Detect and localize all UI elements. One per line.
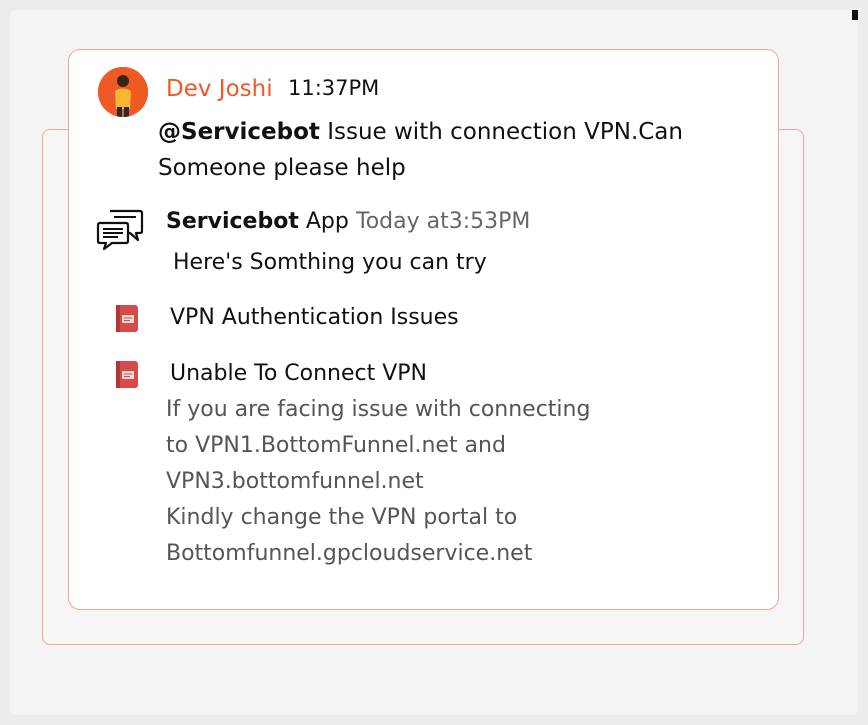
- message-text-line-1: @Servicebot Issue with connection VPN.Ca…: [158, 119, 683, 145]
- article-link-vpn-authentication[interactable]: VPN Authentication Issues: [170, 305, 459, 330]
- corner-mark: [852, 10, 858, 20]
- bot-name-bold: Servicebot: [166, 209, 299, 234]
- chat-bubbles-icon: [96, 207, 144, 253]
- bot-name[interactable]: Servicebot App: [166, 209, 349, 234]
- book-icon: [114, 304, 140, 334]
- book-icon: [114, 360, 140, 390]
- message-author[interactable]: Dev Joshi: [166, 76, 273, 102]
- message-time: 11:37PM: [288, 76, 380, 100]
- article-description-line: Bottomfunnel.gpcloudservice.net: [166, 541, 533, 566]
- message-text: Issue with connection VPN.Can: [319, 119, 683, 145]
- avatar[interactable]: [98, 67, 148, 117]
- article-link-unable-to-connect[interactable]: Unable To Connect VPN: [170, 361, 427, 386]
- bot-name-suffix: App: [298, 209, 349, 234]
- reply-time: Today at3:53PM: [356, 209, 531, 234]
- article-description-line: If you are facing issue with connecting: [166, 397, 591, 422]
- article-description-line: to VPN1.BottomFunnel.net and: [166, 433, 506, 458]
- mention[interactable]: @Servicebot: [158, 119, 320, 145]
- article-description-line: Kindly change the VPN portal to: [166, 505, 518, 530]
- article-description-line: VPN3.bottomfunnel.net: [166, 469, 424, 494]
- message-text-line-2: Someone please help: [158, 155, 406, 181]
- reply-intro: Here's Somthing you can try: [173, 250, 487, 275]
